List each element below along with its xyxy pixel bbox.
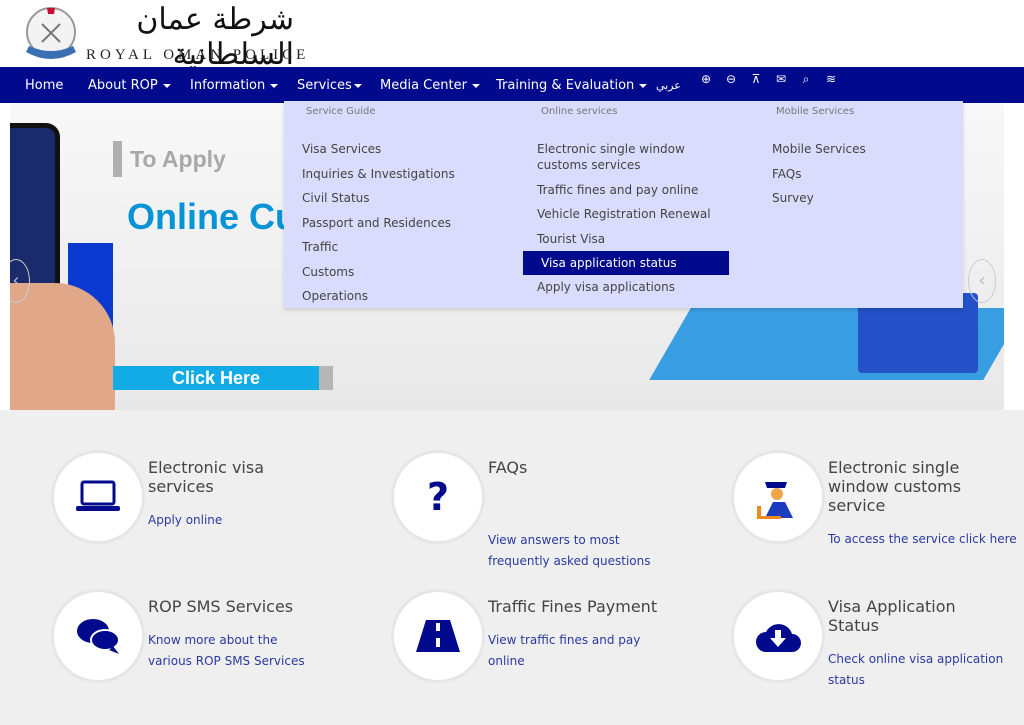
- caret-down-icon: [162, 83, 171, 88]
- column-header: Service Guide: [306, 106, 376, 117]
- laptop-icon[interactable]: [51, 450, 145, 544]
- card-traffic-fines: Traffic Fines Payment View traffic fines…: [391, 589, 721, 699]
- card-visa-application-status: Visa Application Status Check online vis…: [731, 589, 1024, 699]
- card-link[interactable]: View traffic fines and pay online: [488, 630, 643, 672]
- banner-heading: To Apply: [130, 146, 226, 172]
- services-cards: Electronic visa services Apply online ? …: [0, 410, 1024, 725]
- services-dropdown-menu: Service Guide Visa Services Inquiries & …: [284, 101, 963, 308]
- nav-training-evaluation[interactable]: Training & Evaluation: [496, 78, 648, 93]
- card-title: FAQs: [488, 458, 528, 477]
- sitemap-icon[interactable]: ⊼: [749, 72, 763, 87]
- menu-item-visa-services[interactable]: Visa Services: [284, 141, 519, 157]
- zoom-out-icon[interactable]: ⊖: [724, 72, 738, 87]
- nav-information[interactable]: Information: [190, 78, 279, 93]
- menu-item-traffic-fines[interactable]: Traffic fines and pay online: [519, 182, 729, 198]
- nav-label: Home: [25, 78, 64, 93]
- menu-item-apply-visa[interactable]: Apply visa applications: [519, 279, 729, 295]
- question-icon[interactable]: ?: [391, 450, 485, 544]
- card-rop-sms: ROP SMS Services Know more about the var…: [51, 589, 381, 699]
- road-icon[interactable]: [391, 589, 485, 683]
- hand-image: [10, 283, 115, 410]
- banner-button-accent: [319, 366, 333, 390]
- zoom-in-icon[interactable]: ⊕: [699, 72, 713, 87]
- menu-item-mobile-services[interactable]: Mobile Services: [754, 141, 954, 157]
- card-title: ROP SMS Services: [148, 597, 294, 616]
- envelope-icon[interactable]: ✉: [774, 72, 788, 87]
- caret-down-icon: [471, 83, 480, 88]
- card-title: Electronic single window customs service: [828, 458, 962, 515]
- card-faqs: ? FAQs View answers to most frequently a…: [391, 450, 721, 568]
- nav-label: Services: [297, 78, 352, 93]
- nav-label: Training & Evaluation: [496, 78, 635, 93]
- search-icon[interactable]: ⌕: [799, 72, 813, 87]
- nav-media-center[interactable]: Media Center: [380, 78, 480, 93]
- menu-item-tourist-visa[interactable]: Tourist Visa: [519, 231, 729, 247]
- dropdown-column-mobile-services: Mobile Services Mobile Services FAQs Sur…: [754, 101, 954, 215]
- menu-item-survey[interactable]: Survey: [754, 190, 954, 206]
- nav-home[interactable]: Home: [25, 78, 63, 93]
- cloud-download-icon[interactable]: [731, 589, 825, 683]
- nav-label: Information: [190, 78, 266, 93]
- main-nav: Home About ROP Information Services Medi…: [0, 67, 1024, 103]
- caret-down-icon: [270, 83, 279, 88]
- logo-english-text: ROYAL OMAN POLICE: [86, 47, 310, 63]
- menu-item-passport[interactable]: Passport and Residences: [284, 215, 519, 231]
- card-title: Electronic visa services: [148, 458, 265, 496]
- dropdown-column-online-services: Online services Electronic single window…: [519, 101, 729, 304]
- card-single-window-customs: Electronic single window customs service…: [731, 450, 1024, 560]
- rop-emblem-logo[interactable]: [20, 2, 82, 64]
- menu-item-traffic[interactable]: Traffic: [284, 239, 519, 255]
- card-title: Traffic Fines Payment: [488, 597, 658, 616]
- nav-label: Media Center: [380, 78, 467, 93]
- nav-arabic-language[interactable]: عربي: [656, 79, 681, 92]
- caret-down-icon: [639, 83, 648, 88]
- menu-item-faqs[interactable]: FAQs: [754, 166, 954, 182]
- nav-label: About ROP: [88, 78, 158, 93]
- card-title: Visa Application Status: [828, 597, 956, 635]
- card-link[interactable]: Check online visa application status: [828, 649, 1008, 691]
- chat-bubbles-icon[interactable]: [51, 589, 145, 683]
- menu-item-visa-application-status[interactable]: Visa application status: [523, 251, 729, 275]
- nav-services[interactable]: Services: [297, 78, 362, 93]
- column-header: Mobile Services: [776, 106, 855, 117]
- menu-item-civil-status[interactable]: Civil Status: [284, 190, 519, 206]
- caret-down-icon: [353, 83, 362, 88]
- banner-title: Online Cu: [127, 196, 297, 237]
- card-link[interactable]: View answers to most frequently asked qu…: [488, 530, 653, 572]
- nav-tool-icons: ⊕ ⊖ ⊼ ✉ ⌕ ≋: [699, 72, 838, 87]
- menu-item-operations[interactable]: Operations: [284, 288, 519, 304]
- banner-click-here-button[interactable]: Click Here: [113, 366, 319, 390]
- card-electronic-visa: Electronic visa services Apply online: [51, 450, 381, 560]
- card-link[interactable]: Know more about the various ROP SMS Serv…: [148, 630, 323, 672]
- column-header: Online services: [541, 106, 618, 117]
- rss-icon[interactable]: ≋: [824, 72, 838, 87]
- nav-about-rop[interactable]: About ROP: [88, 78, 171, 93]
- menu-item-vehicle-registration[interactable]: Vehicle Registration Renewal: [519, 206, 729, 222]
- customs-officer-icon[interactable]: [731, 450, 825, 544]
- carousel-next-button[interactable]: ‹: [968, 259, 996, 303]
- site-header: شرطة عمان السلطانية ROYAL OMAN POLICE: [0, 0, 1024, 72]
- dropdown-column-service-guide: Service Guide Visa Services Inquiries & …: [284, 101, 519, 313]
- menu-item-customs[interactable]: Customs: [284, 264, 519, 280]
- card-link[interactable]: To access the service click here: [828, 529, 1024, 550]
- card-link[interactable]: Apply online: [148, 510, 308, 531]
- menu-item-single-window-customs[interactable]: Electronic single window customs service…: [519, 141, 709, 173]
- banner-accent-bar: [113, 141, 122, 177]
- menu-item-inquiries[interactable]: Inquiries & Investigations: [284, 166, 519, 182]
